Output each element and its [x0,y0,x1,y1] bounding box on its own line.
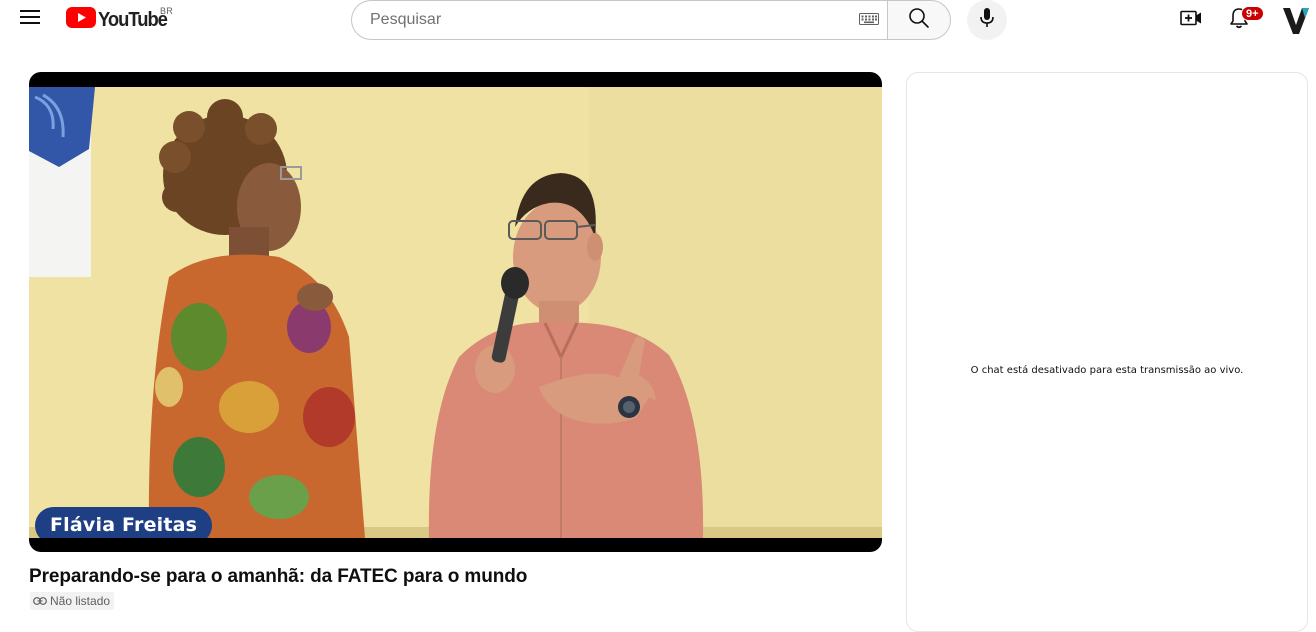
link-icon [33,597,47,605]
voice-search-button[interactable] [967,0,1007,40]
privacy-label: Não listado [50,594,111,608]
logo-country-code: BR [160,6,173,16]
virtual-keyboard-button[interactable] [858,12,880,30]
youtube-logo[interactable]: YouTube BR [66,6,173,33]
chat-disabled-message: O chat está desativado para esta transmi… [970,365,1244,376]
menu-icon [20,9,40,30]
search-button[interactable] [887,0,951,40]
avatar-logo-icon [1283,8,1309,34]
video-player[interactable]: Flávia Freitas [29,72,882,552]
guide-menu-button[interactable] [12,1,48,37]
create-button[interactable] [1172,1,1210,39]
speaker-name-tag: Flávia Freitas [35,507,213,538]
masthead: YouTube BR Pesquisar 9+ [0,0,1316,40]
search-icon [908,7,930,34]
youtube-play-icon [66,7,96,33]
logo-wordmark: YouTube [98,9,168,31]
mic-icon [980,7,994,33]
notification-count-badge: 9+ [1241,6,1264,21]
notifications-button[interactable]: 9+ [1220,1,1264,39]
live-chat-panel: O chat está desativado para esta transmi… [906,72,1308,632]
video-frame: Flávia Freitas [29,87,882,538]
account-avatar[interactable] [1280,4,1312,36]
search-box [351,0,888,40]
privacy-badge: Não listado [30,592,115,610]
video-still-image [29,87,882,538]
create-video-icon [1180,9,1202,32]
keyboard-icon [859,12,879,30]
video-title: Preparando-se para o amanhã: da FATEC pa… [29,566,528,587]
search-input[interactable] [368,2,838,38]
